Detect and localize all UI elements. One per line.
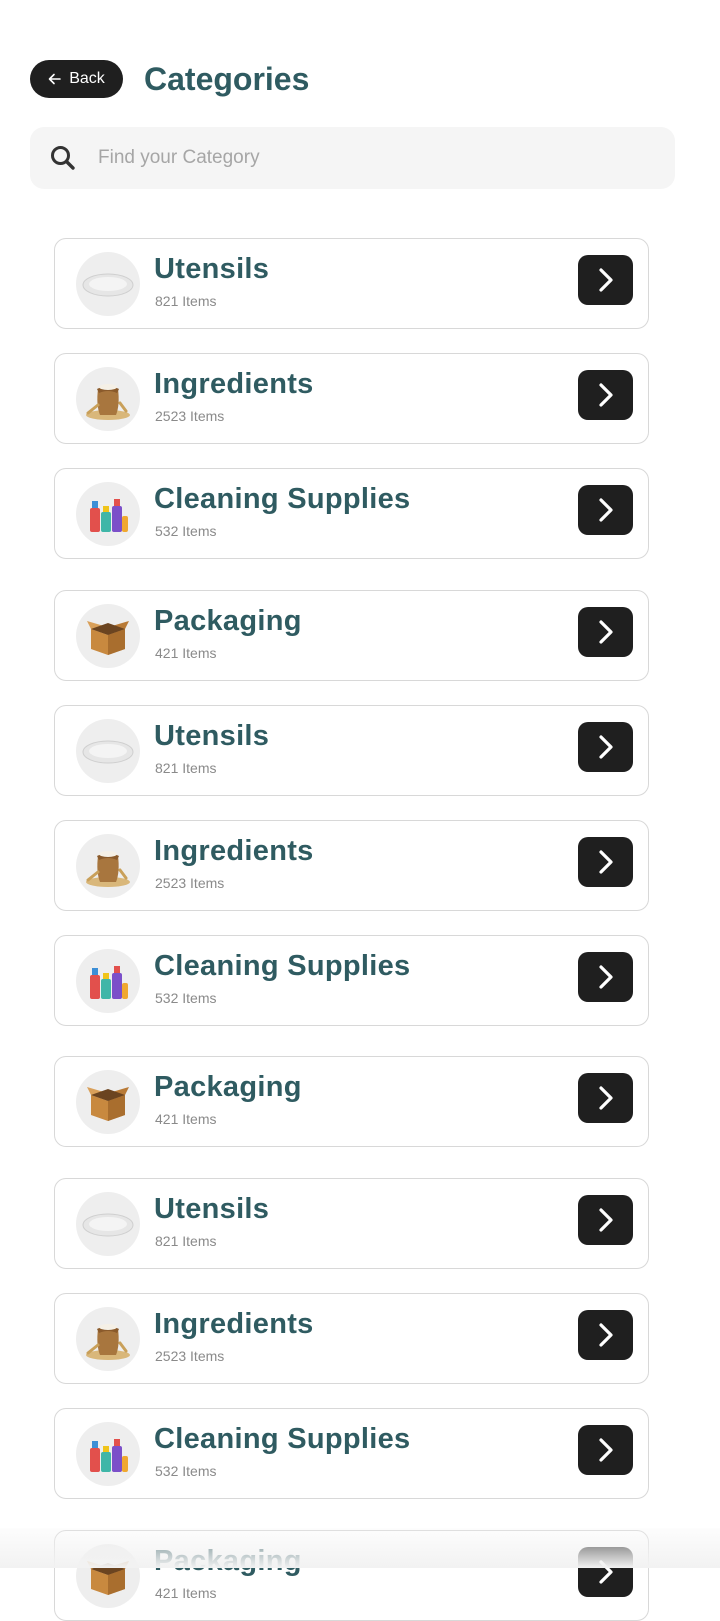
category-card[interactable]: Ingredients 2523 Items <box>54 820 649 911</box>
category-name: Utensils <box>154 720 270 752</box>
chevron-right-icon <box>597 1322 615 1348</box>
category-name: Ingredients <box>154 835 314 867</box>
category-card[interactable]: Cleaning Supplies 532 Items <box>54 468 649 559</box>
category-card[interactable]: Packaging 421 Items <box>54 590 649 681</box>
page-title: Categories <box>144 60 310 97</box>
chevron-right-icon <box>597 964 615 990</box>
category-item-count: 821 Items <box>155 1233 217 1249</box>
cleaning-bottles-icon <box>76 1422 140 1486</box>
header: Back Categories <box>30 60 309 98</box>
chevron-right-icon <box>597 382 615 408</box>
chevron-right-icon <box>597 497 615 523</box>
category-item-count: 821 Items <box>155 293 217 309</box>
chevron-right-icon <box>597 734 615 760</box>
chevron-right-icon <box>597 1085 615 1111</box>
plate-icon <box>76 1192 140 1256</box>
category-card[interactable]: Cleaning Supplies 532 Items <box>54 935 649 1026</box>
cleaning-bottles-icon <box>76 949 140 1013</box>
cardboard-box-icon <box>76 604 140 668</box>
category-name: Ingredients <box>154 368 314 400</box>
category-name: Cleaning Supplies <box>154 483 411 515</box>
category-card[interactable]: Packaging 421 Items <box>54 1056 649 1147</box>
category-card[interactable]: Ingredients 2523 Items <box>54 1293 649 1384</box>
category-card[interactable]: Ingredients 2523 Items <box>54 353 649 444</box>
grain-sack-icon <box>76 834 140 898</box>
open-category-button[interactable] <box>578 722 633 772</box>
bottom-fade <box>0 1528 720 1568</box>
category-name: Ingredients <box>154 1308 314 1340</box>
search-bar <box>30 127 675 189</box>
grain-sack-icon <box>76 367 140 431</box>
chevron-right-icon <box>597 1207 615 1233</box>
open-category-button[interactable] <box>578 837 633 887</box>
category-card[interactable]: Utensils 821 Items <box>54 1178 649 1269</box>
open-category-button[interactable] <box>578 485 633 535</box>
plate-icon <box>76 252 140 316</box>
plate-icon <box>76 719 140 783</box>
category-name: Utensils <box>154 1193 270 1225</box>
cardboard-box-icon <box>76 1070 140 1134</box>
category-item-count: 2523 Items <box>155 408 225 424</box>
chevron-right-icon <box>597 849 615 875</box>
category-name: Cleaning Supplies <box>154 950 411 982</box>
category-item-count: 421 Items <box>155 1585 217 1601</box>
search-input[interactable] <box>96 146 640 170</box>
category-item-count: 2523 Items <box>155 875 225 891</box>
open-category-button[interactable] <box>578 255 633 305</box>
category-name: Packaging <box>154 1071 302 1103</box>
open-category-button[interactable] <box>578 952 633 1002</box>
open-category-button[interactable] <box>578 607 633 657</box>
back-button[interactable]: Back <box>30 60 123 98</box>
category-item-count: 2523 Items <box>155 1348 225 1364</box>
category-item-count: 532 Items <box>155 523 217 539</box>
category-item-count: 421 Items <box>155 645 217 661</box>
open-category-button[interactable] <box>578 1195 633 1245</box>
category-card[interactable]: Cleaning Supplies 532 Items <box>54 1408 649 1499</box>
open-category-button[interactable] <box>578 1073 633 1123</box>
category-card[interactable]: Utensils 821 Items <box>54 705 649 796</box>
open-category-button[interactable] <box>578 1310 633 1360</box>
chevron-right-icon <box>597 267 615 293</box>
category-name: Cleaning Supplies <box>154 1423 411 1455</box>
category-name: Packaging <box>154 605 302 637</box>
category-item-count: 532 Items <box>155 1463 217 1479</box>
cleaning-bottles-icon <box>76 482 140 546</box>
search-icon <box>50 145 76 171</box>
chevron-right-icon <box>597 619 615 645</box>
open-category-button[interactable] <box>578 1425 633 1475</box>
chevron-right-icon <box>597 1437 615 1463</box>
open-category-button[interactable] <box>578 370 633 420</box>
back-button-label: Back <box>69 70 105 87</box>
category-card[interactable]: Utensils 821 Items <box>54 238 649 329</box>
category-name: Utensils <box>154 253 270 285</box>
grain-sack-icon <box>76 1307 140 1371</box>
category-item-count: 421 Items <box>155 1111 217 1127</box>
arrow-left-icon <box>48 73 62 85</box>
category-item-count: 532 Items <box>155 990 217 1006</box>
category-item-count: 821 Items <box>155 760 217 776</box>
